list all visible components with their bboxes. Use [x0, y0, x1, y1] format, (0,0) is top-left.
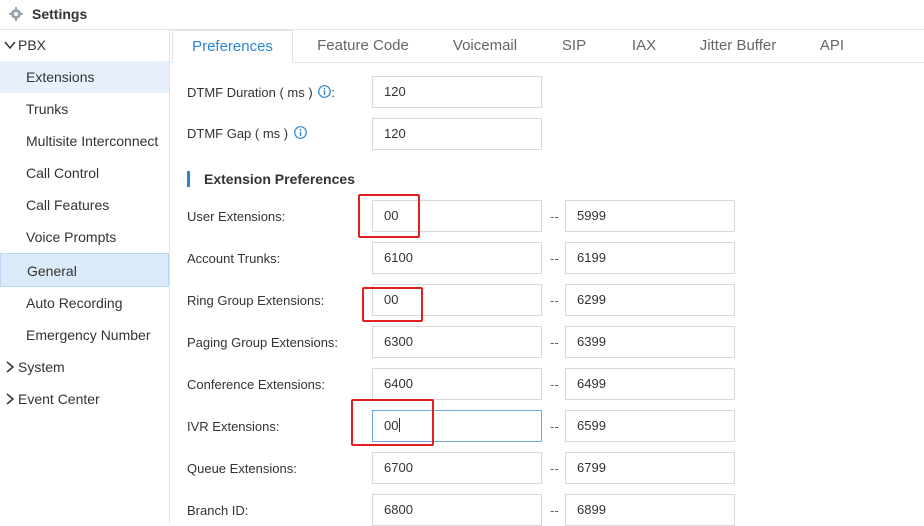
range-separator: -- — [550, 377, 559, 392]
tab-sip[interactable]: SIP — [552, 30, 596, 62]
page-title: Settings — [32, 6, 88, 22]
range-separator: -- — [550, 251, 559, 266]
chevron-down-icon — [4, 41, 16, 50]
range-separator: -- — [550, 335, 559, 350]
account-trunks-end-input[interactable]: 6199 — [565, 242, 735, 274]
preferences-panel: DTMF Duration ( ms ) : 120 DTMF Gap ( ms… — [170, 63, 924, 526]
sidebar-item-label: Extensions — [26, 69, 95, 85]
section-title: Extension Preferences — [187, 171, 355, 187]
sidebar-group-system[interactable]: System — [0, 352, 169, 382]
sidebar-item-extensions[interactable]: Extensions — [0, 61, 169, 93]
ring-group-extensions-label: Ring Group Extensions: — [187, 293, 325, 308]
sidebar-item-voice-prompts[interactable]: Voice Prompts — [0, 221, 169, 253]
account-trunks-start-input[interactable]: 6100 — [372, 242, 542, 274]
info-icon[interactable] — [293, 126, 307, 139]
dtmf-gap-text: DTMF Gap ( ms ) — [187, 126, 289, 141]
dtmf-gap-input[interactable]: 120 — [372, 118, 542, 150]
tab-voicemail[interactable]: Voicemail — [442, 30, 528, 62]
range-separator: -- — [550, 209, 559, 224]
sidebar-item-general[interactable]: General — [0, 253, 169, 287]
user-extensions-label: User Extensions: — [187, 209, 286, 224]
annotation-highlight-box — [358, 194, 420, 238]
settings-header: Settings — [0, 0, 924, 30]
queue-start-input[interactable]: 6700 — [372, 452, 542, 484]
info-icon[interactable] — [318, 85, 332, 98]
paging-group-end-input[interactable]: 6399 — [565, 326, 735, 358]
dtmf-duration-input[interactable]: 120 — [372, 76, 542, 108]
tab-bar: Preferences Feature Code Voicemail SIP I… — [170, 30, 924, 63]
user-extensions-end-input[interactable]: 5999 — [565, 200, 735, 232]
branch-id-end-input[interactable]: 6899 — [565, 494, 735, 526]
sidebar-item-label: Voice Prompts — [26, 229, 117, 245]
sidebar-item-label: Call Features — [26, 197, 110, 213]
conference-extensions-label: Conference Extensions: — [187, 377, 326, 392]
sidebar-item-label: Auto Recording — [26, 295, 123, 311]
conference-end-input[interactable]: 6499 — [565, 368, 735, 400]
sidebar-item-trunks[interactable]: Trunks — [0, 93, 169, 125]
annotation-highlight-box — [351, 399, 434, 446]
branch-id-start-input[interactable]: 6800 — [372, 494, 542, 526]
sidebar-group-label: System — [18, 359, 65, 375]
range-separator: -- — [550, 419, 559, 434]
ring-group-end-input[interactable]: 6299 — [565, 284, 735, 316]
tab-iax[interactable]: IAX — [622, 30, 666, 62]
dtmf-duration-text: DTMF Duration ( ms ) — [187, 85, 313, 100]
ivr-end-input[interactable]: 6599 — [565, 410, 735, 442]
annotation-highlight-box — [362, 287, 423, 322]
sidebar-item-label: Trunks — [26, 101, 69, 117]
dtmf-gap-label: DTMF Gap ( ms ) — [187, 126, 307, 141]
sidebar-item-label: Call Control — [26, 165, 100, 181]
sidebar-group-label: Event Center — [18, 391, 100, 407]
tab-api[interactable]: API — [810, 30, 854, 62]
sidebar-item-call-features[interactable]: Call Features — [0, 189, 169, 221]
queue-extensions-label: Queue Extensions: — [187, 461, 297, 476]
queue-end-input[interactable]: 6799 — [565, 452, 735, 484]
paging-group-extensions-label: Paging Group Extensions: — [187, 335, 339, 350]
branch-id-label: Branch ID: — [187, 503, 249, 518]
sidebar-item-auto-recording[interactable]: Auto Recording — [0, 287, 169, 319]
sidebar-group-label: PBX — [18, 37, 47, 53]
range-separator: -- — [550, 461, 559, 476]
tab-preferences[interactable]: Preferences — [172, 30, 293, 63]
sidebar-group-pbx[interactable]: PBX — [0, 30, 169, 60]
label-colon: : — [331, 85, 335, 100]
ivr-extensions-label: IVR Extensions: — [187, 419, 280, 434]
range-separator: -- — [550, 503, 559, 518]
chevron-right-icon — [6, 393, 15, 405]
sidebar-item-label: General — [27, 263, 77, 279]
sidebar-item-multisite-interconnect[interactable]: Multisite Interconnect — [0, 125, 169, 157]
sidebar-item-emergency-number[interactable]: Emergency Number — [0, 319, 169, 351]
sidebar-item-label: Emergency Number — [26, 327, 151, 343]
chevron-right-icon — [6, 361, 15, 373]
sidebar: PBX Extensions Trunks Multisite Intercon… — [0, 30, 170, 524]
tab-jitter-buffer[interactable]: Jitter Buffer — [690, 30, 786, 62]
sidebar-group-event-center[interactable]: Event Center — [0, 384, 169, 414]
dtmf-duration-label: DTMF Duration ( ms ) : — [187, 85, 335, 100]
range-separator: -- — [550, 293, 559, 308]
paging-group-start-input[interactable]: 6300 — [372, 326, 542, 358]
account-trunks-label: Account Trunks: — [187, 251, 281, 266]
tab-feature-code[interactable]: Feature Code — [308, 30, 418, 62]
gear-icon — [9, 7, 23, 21]
sidebar-item-label: Multisite Interconnect — [26, 133, 159, 149]
conference-start-input[interactable]: 6400 — [372, 368, 542, 400]
sidebar-item-call-control[interactable]: Call Control — [0, 157, 169, 189]
